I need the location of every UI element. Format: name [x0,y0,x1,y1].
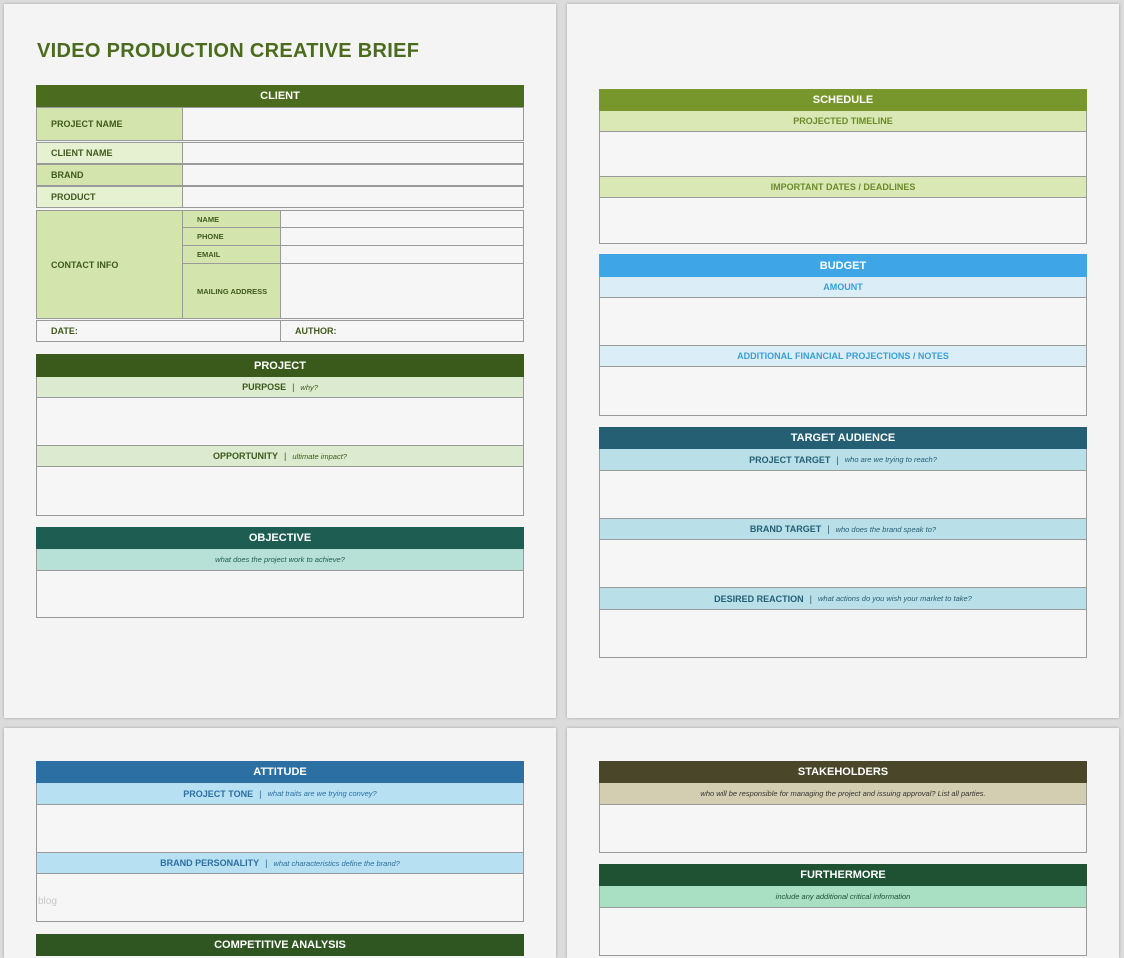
furthermore-header: FURTHERMORE [599,864,1087,886]
page-1: VIDEO PRODUCTION CREATIVE BRIEF CLIENT P… [4,4,556,718]
product-field[interactable] [182,186,524,208]
project-name-label: PROJECT NAME [36,107,183,141]
purpose-field[interactable] [36,397,524,446]
separator: | [809,593,813,604]
attitude-header: ATTITUDE [36,761,524,783]
client-name-field[interactable] [182,142,524,164]
product-label: PRODUCT [36,186,183,208]
furthermore-subheader: include any additional critical informat… [599,886,1087,907]
amount-field[interactable] [599,297,1087,346]
purpose-label: PURPOSE [242,382,287,392]
brand-label: BRAND [36,164,183,186]
desired-reaction-hint: what actions do you wish your market to … [818,594,972,603]
objective-hint: what does the project work to achieve? [215,555,345,564]
separator: | [836,454,839,465]
watermark-text: blog [38,896,57,907]
project-tone-field[interactable] [36,804,524,853]
brand-personality-label: BRAND PERSONALITY [160,858,260,868]
mailing-address-label: MAILING ADDRESS [182,263,281,319]
stakeholders-field[interactable] [599,804,1087,853]
brand-target-subheader: BRAND TARGET | who does the brand speak … [599,519,1087,539]
client-header: CLIENT [36,85,524,107]
page-3: ATTITUDE PROJECT TONE | what traits are … [4,728,556,958]
stakeholders-header: STAKEHOLDERS [599,761,1087,783]
notes-subheader: ADDITIONAL FINANCIAL PROJECTIONS / NOTES [599,346,1087,366]
dates-subheader: IMPORTANT DATES / DEADLINES [599,177,1087,197]
separator: | [259,788,262,799]
furthermore-hint: include any additional critical informat… [775,892,911,901]
separator: | [827,524,830,534]
contact-name-label: NAME [182,210,281,228]
contact-phone-label: PHONE [182,227,281,246]
contact-info-label: CONTACT INFO [36,210,183,319]
timeline-subheader: PROJECTED TIMELINE [599,111,1087,131]
contact-name-field[interactable] [280,210,524,228]
separator: | [265,858,268,868]
opportunity-label: OPPORTUNITY [213,451,279,461]
project-header: PROJECT [36,354,524,377]
brand-personality-subheader: BRAND PERSONALITY | what characteristics… [36,853,524,873]
project-tone-label: PROJECT TONE [183,788,254,799]
timeline-field[interactable] [599,131,1087,177]
brand-personality-field[interactable] [36,873,524,922]
brand-target-label: BRAND TARGET [749,524,822,534]
stakeholders-subheader: who will be responsible for managing the… [599,783,1087,804]
brand-personality-hint: what characteristics define the brand? [273,858,400,868]
brand-field[interactable] [182,164,524,186]
project-target-label: PROJECT TARGET [749,454,831,465]
author-field[interactable]: AUTHOR: [280,320,524,342]
objective-header: OBJECTIVE [36,527,524,549]
brand-target-field[interactable] [599,539,1087,588]
notes-field[interactable] [599,366,1087,416]
client-name-label: CLIENT NAME [36,142,183,164]
desired-reaction-label: DESIRED REACTION [714,593,804,604]
competitive-analysis-header: COMPETITIVE ANALYSIS [36,934,524,956]
purpose-subheader: PURPOSE | why? [36,377,524,397]
date-field[interactable]: DATE: [36,320,281,342]
budget-header: BUDGET [599,254,1087,277]
project-tone-subheader: PROJECT TONE | what traits are we trying… [36,783,524,804]
contact-email-field[interactable] [280,245,524,264]
project-name-field[interactable] [182,107,524,141]
dates-field[interactable] [599,197,1087,244]
separator: | [292,382,295,392]
target-audience-header: TARGET AUDIENCE [599,427,1087,449]
project-target-field[interactable] [599,470,1087,519]
desired-reaction-field[interactable] [599,609,1087,658]
purpose-hint: why? [300,382,318,392]
opportunity-hint: ultimate impact? [292,451,347,461]
document-title: VIDEO PRODUCTION CREATIVE BRIEF [37,40,420,62]
project-target-subheader: PROJECT TARGET | who are we trying to re… [599,449,1087,470]
contact-email-label: EMAIL [182,245,281,264]
opportunity-field[interactable] [36,466,524,516]
mailing-address-field[interactable] [280,263,524,319]
amount-subheader: AMOUNT [599,277,1087,297]
desired-reaction-subheader: DESIRED REACTION | what actions do you w… [599,588,1087,609]
opportunity-subheader: OPPORTUNITY | ultimate impact? [36,446,524,466]
schedule-header: SCHEDULE [599,89,1087,111]
stakeholders-hint: who will be responsible for managing the… [700,789,986,798]
project-tone-hint: what traits are we trying convey? [267,789,377,798]
page-2: SCHEDULE PROJECTED TIMELINE IMPORTANT DA… [567,4,1119,718]
brand-target-hint: who does the brand speak to? [835,524,937,534]
separator: | [284,451,287,461]
project-target-hint: who are we trying to reach? [844,455,937,464]
page-4: STAKEHOLDERS who will be responsible for… [567,728,1119,958]
objective-field[interactable] [36,570,524,618]
contact-phone-field[interactable] [280,227,524,246]
objective-subheader: what does the project work to achieve? [36,549,524,570]
